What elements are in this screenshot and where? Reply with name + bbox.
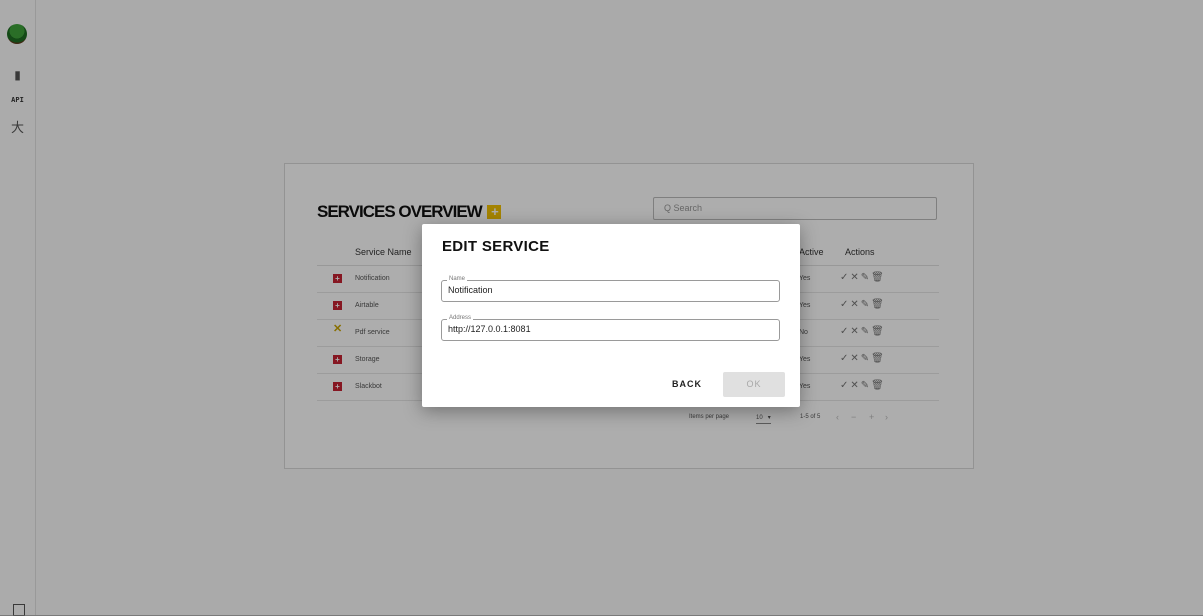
back-button[interactable]: BACK [664, 372, 710, 396]
address-field[interactable]: Address [441, 315, 780, 341]
address-field-label: Address [447, 315, 474, 321]
name-field[interactable]: Name [441, 276, 780, 302]
edit-service-dialog: EDIT SERVICE Name Address BACK OK [422, 224, 800, 407]
name-input[interactable] [448, 285, 768, 295]
name-field-label: Name [447, 276, 468, 282]
ok-button[interactable]: OK [723, 372, 785, 397]
address-input[interactable] [448, 324, 768, 334]
dialog-title: EDIT SERVICE [442, 238, 550, 255]
